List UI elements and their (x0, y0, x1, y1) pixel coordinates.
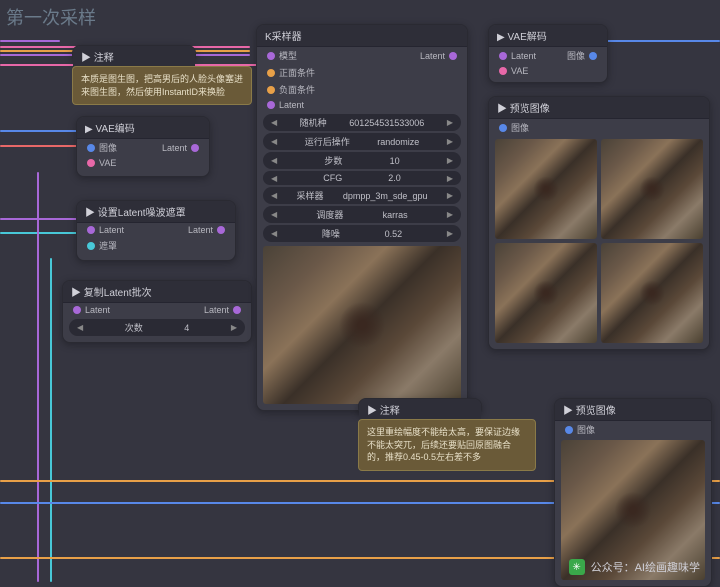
port-dot-icon (191, 144, 199, 152)
node-header[interactable]: ▶ 预览图像 (555, 399, 711, 421)
port-latent-out[interactable]: Latent (156, 139, 209, 156)
node-header[interactable]: ▶ 预览图像 (489, 97, 709, 119)
node-header[interactable]: ▶ 注释 (73, 46, 195, 68)
port-vae[interactable]: VAE (77, 156, 209, 170)
port-latent-in[interactable]: Latent (257, 98, 467, 112)
param-随机种[interactable]: ◀随机种601254531533006▶ (263, 114, 461, 131)
port-dot-icon (87, 159, 95, 167)
node-vae-decode[interactable]: ▶ VAE解码 Latent 图像 VAE (488, 24, 608, 83)
port-image-out[interactable]: 图像 (561, 47, 607, 64)
port-dot-icon (267, 69, 275, 77)
port-mask[interactable]: 遮罩 (77, 237, 235, 254)
wire (0, 40, 60, 42)
node-repeat-latent[interactable]: ▶ 复制Latent批次 Latent Latent ◀次数4▶ (62, 280, 252, 343)
port-dot-icon (267, 86, 275, 94)
preview-image[interactable] (601, 243, 703, 343)
port-dot-icon (589, 52, 597, 60)
port-dot-icon (499, 67, 507, 75)
wire (0, 218, 80, 220)
node-header[interactable]: ▶ VAE解码 (489, 25, 607, 47)
watermark: ✳ 公众号：AI绘画趣味学 (569, 559, 700, 575)
port-dot-icon (499, 124, 507, 132)
param-降噪[interactable]: ◀降噪0.52▶ (263, 225, 461, 242)
chevron-left-icon: ◀ (271, 137, 277, 146)
node-annotation-1[interactable]: ▶ 注释 (72, 45, 196, 63)
chevron-right-icon: ▶ (447, 174, 453, 183)
param-count[interactable]: ◀次数4▶ (69, 319, 245, 336)
node-annotation-2[interactable]: ▶ 注释 (358, 398, 482, 416)
port-dot-icon (267, 52, 275, 60)
port-dot-icon (267, 101, 275, 109)
canvas-title: 第一次采样 (6, 4, 96, 30)
chevron-right-icon: ▶ (447, 156, 453, 165)
node-header[interactable]: ▶ 设置Latent噪波遮罩 (77, 201, 235, 223)
param-运行后操作[interactable]: ◀运行后操作randomize▶ (263, 133, 461, 150)
preview-image[interactable] (601, 139, 703, 239)
port-dot-icon (449, 52, 457, 60)
wechat-icon: ✳ (569, 559, 585, 575)
node-ksampler[interactable]: K采样器 模型 Latent 正面条件 负面条件 Latent ◀随机种6012… (256, 24, 468, 411)
chevron-left-icon: ◀ (271, 191, 277, 200)
chevron-right-icon: ▶ (447, 229, 453, 238)
tooltip-1: 本质是图生图，把高男后的人脸头像塞进来图生图，然后使用InstantID来换脸 (72, 66, 252, 105)
node-header[interactable]: ▶ 注释 (359, 399, 481, 421)
port-image[interactable]: 图像 (555, 421, 711, 438)
wire (50, 258, 52, 582)
chevron-right-icon: ▶ (447, 137, 453, 146)
port-dot-icon (499, 52, 507, 60)
wire (602, 40, 720, 42)
node-set-latent-mask[interactable]: ▶ 设置Latent噪波遮罩 Latent Latent 遮罩 (76, 200, 236, 261)
chevron-left-icon: ◀ (77, 323, 83, 332)
port-vae[interactable]: VAE (489, 64, 607, 78)
port-image[interactable]: 图像 (489, 119, 709, 136)
chevron-left-icon: ◀ (271, 210, 277, 219)
node-header[interactable]: K采样器 (257, 25, 467, 47)
node-preview-4[interactable]: ▶ 预览图像 图像 (488, 96, 710, 350)
port-latent-in[interactable]: Latent (77, 223, 130, 237)
port-dot-icon (87, 242, 95, 250)
node-header[interactable]: ▶ 复制Latent批次 (63, 281, 251, 303)
node-header[interactable]: ▶ VAE编码 (77, 117, 209, 139)
port-latent-in[interactable]: Latent (63, 303, 116, 317)
port-dot-icon (73, 306, 81, 314)
port-latent-out[interactable]: Latent (182, 223, 235, 237)
port-dot-icon (87, 226, 95, 234)
wire (37, 172, 39, 582)
param-调度器[interactable]: ◀调度器karras▶ (263, 206, 461, 223)
port-latent-out[interactable]: Latent (414, 47, 467, 64)
chevron-right-icon: ▶ (447, 118, 453, 127)
port-latent-out[interactable]: Latent (198, 303, 251, 317)
preview-image (263, 246, 461, 404)
port-positive[interactable]: 正面条件 (257, 64, 467, 81)
wire (0, 130, 80, 132)
chevron-left-icon: ◀ (271, 118, 277, 127)
port-model[interactable]: 模型 (257, 47, 303, 64)
chevron-right-icon: ▶ (447, 191, 453, 200)
chevron-left-icon: ◀ (271, 156, 277, 165)
wire (0, 232, 80, 234)
node-vae-encode[interactable]: ▶ VAE编码 图像 Latent VAE (76, 116, 210, 177)
wire (0, 145, 80, 147)
param-采样器[interactable]: ◀采样器dpmpp_3m_sde_gpu▶ (263, 187, 461, 204)
port-dot-icon (565, 426, 573, 434)
chevron-left-icon: ◀ (271, 174, 277, 183)
param-CFG[interactable]: ◀CFG2.0▶ (263, 171, 461, 185)
port-dot-icon (87, 144, 95, 152)
chevron-right-icon: ▶ (231, 323, 237, 332)
port-image[interactable]: 图像 (77, 139, 123, 156)
port-latent[interactable]: Latent (489, 47, 542, 64)
port-dot-icon (233, 306, 241, 314)
port-negative[interactable]: 负面条件 (257, 81, 467, 98)
port-dot-icon (217, 226, 225, 234)
preview-image[interactable] (495, 243, 597, 343)
chevron-left-icon: ◀ (271, 229, 277, 238)
tooltip-2: 这里重绘幅度不能给太高，要保证边缘不能太突兀，后续还要贴回原图融合的，推荐0.4… (358, 419, 536, 471)
preview-image[interactable] (495, 139, 597, 239)
param-步数[interactable]: ◀步数10▶ (263, 152, 461, 169)
chevron-right-icon: ▶ (447, 210, 453, 219)
